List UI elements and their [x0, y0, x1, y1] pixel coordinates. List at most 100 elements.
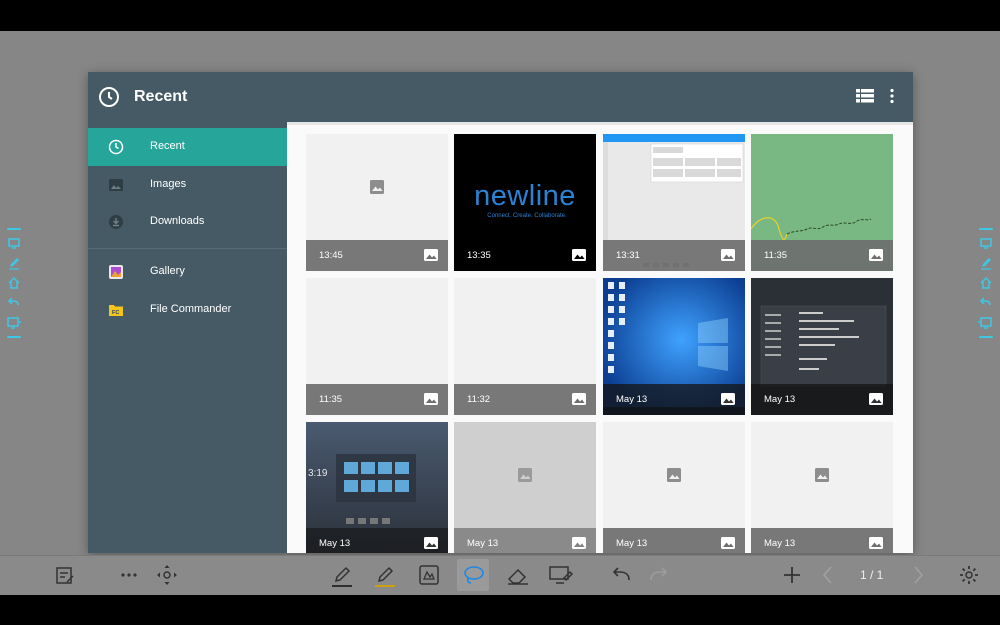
- left-side-toolbar: [6, 228, 22, 338]
- image-icon: [572, 249, 586, 261]
- drawer-item-label: Downloads: [150, 215, 205, 227]
- image-placeholder-icon: [518, 468, 532, 482]
- newline-logo-word: newline: [474, 180, 576, 212]
- lasso-icon[interactable]: [462, 564, 486, 586]
- gallery-app-icon: [109, 265, 123, 279]
- clock-icon: [99, 87, 119, 107]
- drawer-item-label: Recent: [150, 140, 185, 152]
- grid-item-time: 13:35: [467, 250, 491, 261]
- side-toolbar-handle[interactable]: [7, 336, 21, 338]
- grid-item[interactable]: May 13: [603, 278, 745, 415]
- move-icon[interactable]: [156, 564, 178, 586]
- grid-item-caption: 11:35: [751, 240, 893, 271]
- app-bar: Recent: [88, 72, 913, 122]
- eraser-icon[interactable]: [506, 564, 530, 586]
- side-toolbar-handle[interactable]: [979, 228, 993, 230]
- image-icon: [109, 179, 123, 191]
- grid-item-time: 11:35: [319, 394, 343, 405]
- navigation-drawer: Recent Images Downloads Gallery FC File …: [88, 122, 287, 553]
- image-icon: [424, 393, 438, 405]
- add-page-icon[interactable]: [781, 564, 803, 586]
- top-black-bar: [0, 0, 1000, 31]
- drawer-item-gallery[interactable]: Gallery: [88, 253, 287, 291]
- drawer-item-file-commander[interactable]: FC File Commander: [88, 291, 287, 329]
- grid-item-time: May 13: [616, 394, 648, 405]
- clock-icon: [108, 139, 124, 155]
- grid-item[interactable]: May 13: [751, 422, 893, 553]
- drawer-item-recent[interactable]: Recent: [88, 128, 287, 166]
- newline-tagline: Connect. Create. Collaborate.: [487, 213, 567, 219]
- file-manager-window: Recent Recent Images Downloads Gallery F…: [88, 72, 913, 553]
- drawer-item-downloads[interactable]: Downloads: [88, 203, 287, 241]
- grid-item-caption: May 13: [751, 384, 893, 415]
- undo-icon[interactable]: [611, 564, 633, 586]
- grid-item-time: May 13: [467, 538, 499, 549]
- grid-item-caption: 11:35: [306, 384, 448, 415]
- grid-item[interactable]: 11:35: [306, 278, 448, 415]
- notes-icon[interactable]: [54, 564, 76, 586]
- right-side-toolbar: [978, 228, 994, 338]
- launcher-clock: 3:19: [308, 468, 328, 479]
- grid-item[interactable]: newline Connect. Create. Collaborate. 13…: [454, 134, 596, 271]
- image-icon: [721, 537, 735, 549]
- grid-item-caption: May 13: [306, 528, 448, 553]
- grid-item-time: 13:31: [616, 250, 640, 261]
- more-tools-icon[interactable]: [120, 572, 138, 578]
- grid-item[interactable]: May 13: [751, 278, 893, 415]
- drawer-item-label: Images: [150, 178, 187, 190]
- pen-tool-icon[interactable]: [330, 564, 354, 588]
- grid-item[interactable]: 11:35: [751, 134, 893, 271]
- image-icon: [424, 249, 438, 261]
- grid-item-caption: 13:35: [454, 240, 596, 271]
- home-icon[interactable]: [7, 276, 21, 290]
- annotation-toolbar: 1 / 1: [0, 555, 1000, 596]
- back-icon[interactable]: [7, 296, 21, 310]
- grid-item-time: May 13: [764, 394, 796, 405]
- pen-icon[interactable]: [979, 256, 993, 270]
- shape-recognition-icon[interactable]: [418, 564, 440, 586]
- download-icon: [109, 215, 123, 229]
- grid-item-caption: 13:31: [603, 240, 745, 271]
- grid-item-time: May 13: [764, 538, 796, 549]
- grid-item-time: 11:32: [467, 394, 491, 405]
- side-toolbar-handle[interactable]: [979, 336, 993, 338]
- drawer-item-label: Gallery: [150, 265, 185, 277]
- home-icon[interactable]: [979, 276, 993, 290]
- drawer-item-images[interactable]: Images: [88, 166, 287, 204]
- image-placeholder-icon: [370, 180, 384, 194]
- file-commander-icon: FC: [109, 305, 123, 316]
- drawer-divider: [88, 248, 287, 249]
- grid-item-time: 11:35: [764, 250, 788, 261]
- image-icon: [869, 537, 883, 549]
- whiteboard-icon[interactable]: [7, 236, 21, 250]
- list-view-icon[interactable]: [856, 89, 874, 103]
- grid-item[interactable]: 13:31: [603, 134, 745, 271]
- grid-item[interactable]: May 13: [603, 422, 745, 553]
- side-toolbar-handle[interactable]: [7, 228, 21, 230]
- image-icon: [572, 537, 586, 549]
- previous-page-icon[interactable]: [820, 564, 836, 586]
- grid-item[interactable]: 11:32: [454, 278, 596, 415]
- svg-text:FC: FC: [112, 310, 119, 316]
- pc-source-icon[interactable]: [6, 316, 22, 330]
- settings-gear-icon[interactable]: [958, 564, 980, 586]
- grid-item-time: May 13: [616, 538, 648, 549]
- pen-icon[interactable]: [7, 256, 21, 270]
- highlighter-icon[interactable]: [373, 564, 397, 588]
- image-icon: [424, 537, 438, 549]
- grid-item[interactable]: May 13: [454, 422, 596, 553]
- image-icon: [572, 393, 586, 405]
- grid-item[interactable]: 13:45: [306, 134, 448, 271]
- screenshot-annotate-icon[interactable]: [548, 564, 574, 586]
- next-page-icon[interactable]: [910, 564, 926, 586]
- pc-source-icon[interactable]: [978, 316, 994, 330]
- image-icon: [869, 249, 883, 261]
- more-options-icon[interactable]: [889, 88, 895, 104]
- image-icon: [721, 249, 735, 261]
- bottom-black-bar: [0, 595, 1000, 625]
- back-icon[interactable]: [979, 296, 993, 310]
- grid-item[interactable]: 3:19 May 13: [306, 422, 448, 553]
- whiteboard-icon[interactable]: [979, 236, 993, 250]
- redo-icon[interactable]: [647, 564, 669, 586]
- page-title: Recent: [134, 88, 188, 105]
